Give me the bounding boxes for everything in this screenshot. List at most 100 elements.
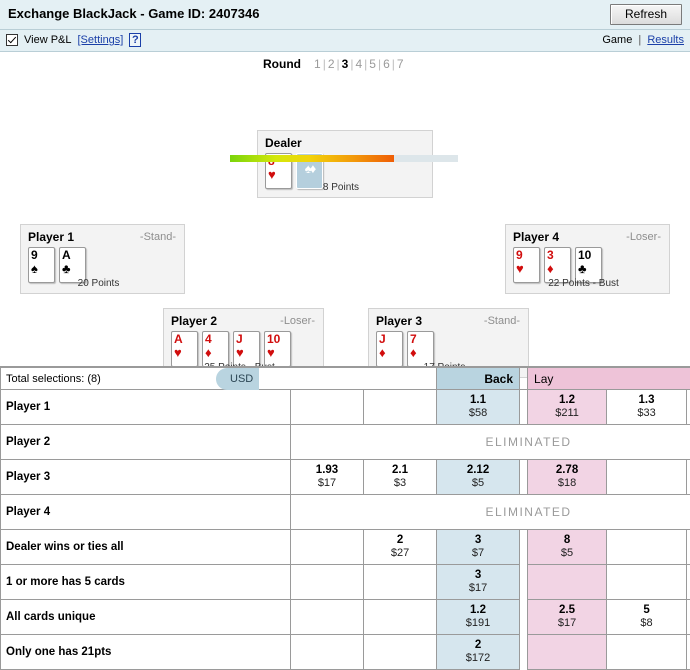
round-separator: | [364, 57, 367, 71]
game-board: Round 1|2|3|4|5|6|7 Dealer 8♥♠♦ 8 Points… [0, 52, 690, 357]
price-amount: $27 [364, 547, 436, 561]
player-3-title: Player 3 [376, 314, 422, 328]
price-amount: $17 [437, 582, 519, 596]
market-row: Player 2ELIMINATED [1, 425, 690, 460]
back-price-3[interactable] [291, 565, 364, 600]
card-rank: J [379, 332, 386, 346]
eliminated-cell: ELIMINATED [291, 425, 690, 460]
round-separator: | [337, 57, 340, 71]
lay-price-3[interactable] [687, 635, 690, 670]
price-odds: 2 [364, 533, 436, 547]
lay-price-3[interactable] [687, 565, 690, 600]
lay-price-2[interactable] [607, 530, 687, 565]
lay-price-2[interactable]: 1.3$33 [607, 390, 687, 425]
selection-name: Dealer wins or ties all [1, 530, 291, 565]
price-odds: 1.1 [437, 393, 519, 407]
back-price-2[interactable] [364, 565, 437, 600]
price-odds: 2 [437, 638, 519, 652]
round-number-5[interactable]: 5 [369, 57, 376, 71]
back-lay-gap [520, 530, 528, 565]
round-number-7[interactable]: 7 [397, 57, 404, 71]
market-rows: Player 11.1$581.2$2111.3$331.5$8Player 2… [1, 390, 690, 670]
card-suit-icon: ♥ [236, 346, 244, 360]
price-odds: 1.2 [528, 393, 606, 407]
view-pl-label: View P&L [24, 34, 72, 46]
player-1-panel: Player 1 -Stand- 9♠A♣ 20 Points [20, 224, 185, 294]
dealer-points: 8 Points [258, 182, 424, 193]
price-amount: $17 [291, 477, 363, 491]
lay-price-1[interactable]: 2.78$18 [528, 460, 607, 495]
back-price-3[interactable] [291, 635, 364, 670]
round-numbers[interactable]: 1|2|3|4|5|6|7 [313, 57, 405, 71]
dealer-panel: Dealer 8♥♠♦ 8 Points [257, 130, 433, 198]
lay-price-1[interactable]: 8$5 [528, 530, 607, 565]
price-amount: $5 [437, 477, 519, 491]
lay-price-2[interactable]: 5$8 [607, 600, 687, 635]
back-price-1[interactable]: 2.12$5 [437, 460, 520, 495]
card-suit-icon: ♥ [267, 346, 275, 360]
price-odds: 1.93 [291, 463, 363, 477]
card-suit-icon: ♥ [268, 168, 276, 182]
round-number-3[interactable]: 3 [342, 57, 349, 71]
price-odds: 1.3 [607, 393, 686, 407]
card-rank: 3 [547, 248, 554, 262]
selection-name: Player 3 [1, 460, 291, 495]
header-gap [520, 368, 528, 390]
card-rank: 10 [267, 332, 280, 346]
back-price-3[interactable] [291, 600, 364, 635]
price-amount: $211 [528, 407, 606, 421]
refresh-button[interactable]: Refresh [610, 4, 682, 25]
player-1-status: -Stand- [140, 231, 176, 243]
back-price-3[interactable]: 1.93$17 [291, 460, 364, 495]
lay-price-3[interactable] [687, 600, 690, 635]
game-link[interactable]: Game [602, 34, 632, 46]
back-price-1[interactable]: 2$172 [437, 635, 520, 670]
lay-price-3[interactable]: 1.5$8 [687, 390, 690, 425]
card-rank: A [62, 248, 71, 262]
currency-tab[interactable]: USD [216, 368, 259, 390]
back-price-2[interactable] [364, 600, 437, 635]
round-number-1[interactable]: 1 [314, 57, 321, 71]
lay-header-arrow [687, 368, 690, 390]
lay-price-2[interactable] [607, 565, 687, 600]
lay-price-1[interactable]: 1.2$211 [528, 390, 607, 425]
card-rank: 7 [410, 332, 417, 346]
card-suit-icon: ♣ [62, 262, 71, 276]
round-number-6[interactable]: 6 [383, 57, 390, 71]
price-odds: 5 [607, 603, 686, 617]
lay-price-2[interactable] [607, 460, 687, 495]
view-pl-checkbox[interactable] [6, 34, 18, 46]
results-link[interactable]: Results [647, 34, 684, 46]
market-row: Player 31.93$172.1$32.12$52.78$18 [1, 460, 690, 495]
back-price-2[interactable]: 2$27 [364, 530, 437, 565]
round-separator: | [323, 57, 326, 71]
back-price-3[interactable] [291, 530, 364, 565]
lay-price-3[interactable] [687, 460, 690, 495]
player-2-title: Player 2 [171, 314, 217, 328]
back-price-2[interactable] [364, 390, 437, 425]
round-number-2[interactable]: 2 [328, 57, 335, 71]
back-price-1[interactable]: 1.2$191 [437, 600, 520, 635]
card-rank: 10 [578, 248, 591, 262]
help-icon[interactable]: ? [129, 33, 141, 47]
card-rank: A [174, 332, 183, 346]
back-price-1[interactable]: 3$7 [437, 530, 520, 565]
back-price-1[interactable]: 3$17 [437, 565, 520, 600]
card-suit-icon: ♦ [410, 346, 417, 360]
round-timer-bar [230, 155, 458, 162]
player-4-title: Player 4 [513, 230, 559, 244]
lay-price-2[interactable] [607, 635, 687, 670]
lay-price-1[interactable] [528, 565, 607, 600]
back-price-2[interactable] [364, 635, 437, 670]
back-lay-gap [520, 635, 528, 670]
lay-price-3[interactable] [687, 530, 690, 565]
back-price-2[interactable]: 2.1$3 [364, 460, 437, 495]
price-amount: $191 [437, 617, 519, 631]
lay-price-1[interactable]: 2.5$17 [528, 600, 607, 635]
back-price-3[interactable] [291, 390, 364, 425]
back-price-1[interactable]: 1.1$58 [437, 390, 520, 425]
market-row: 1 or more has 5 cards3$17 [1, 565, 690, 600]
settings-link[interactable]: [Settings] [78, 34, 124, 46]
lay-price-1[interactable] [528, 635, 607, 670]
round-number-4[interactable]: 4 [355, 57, 362, 71]
